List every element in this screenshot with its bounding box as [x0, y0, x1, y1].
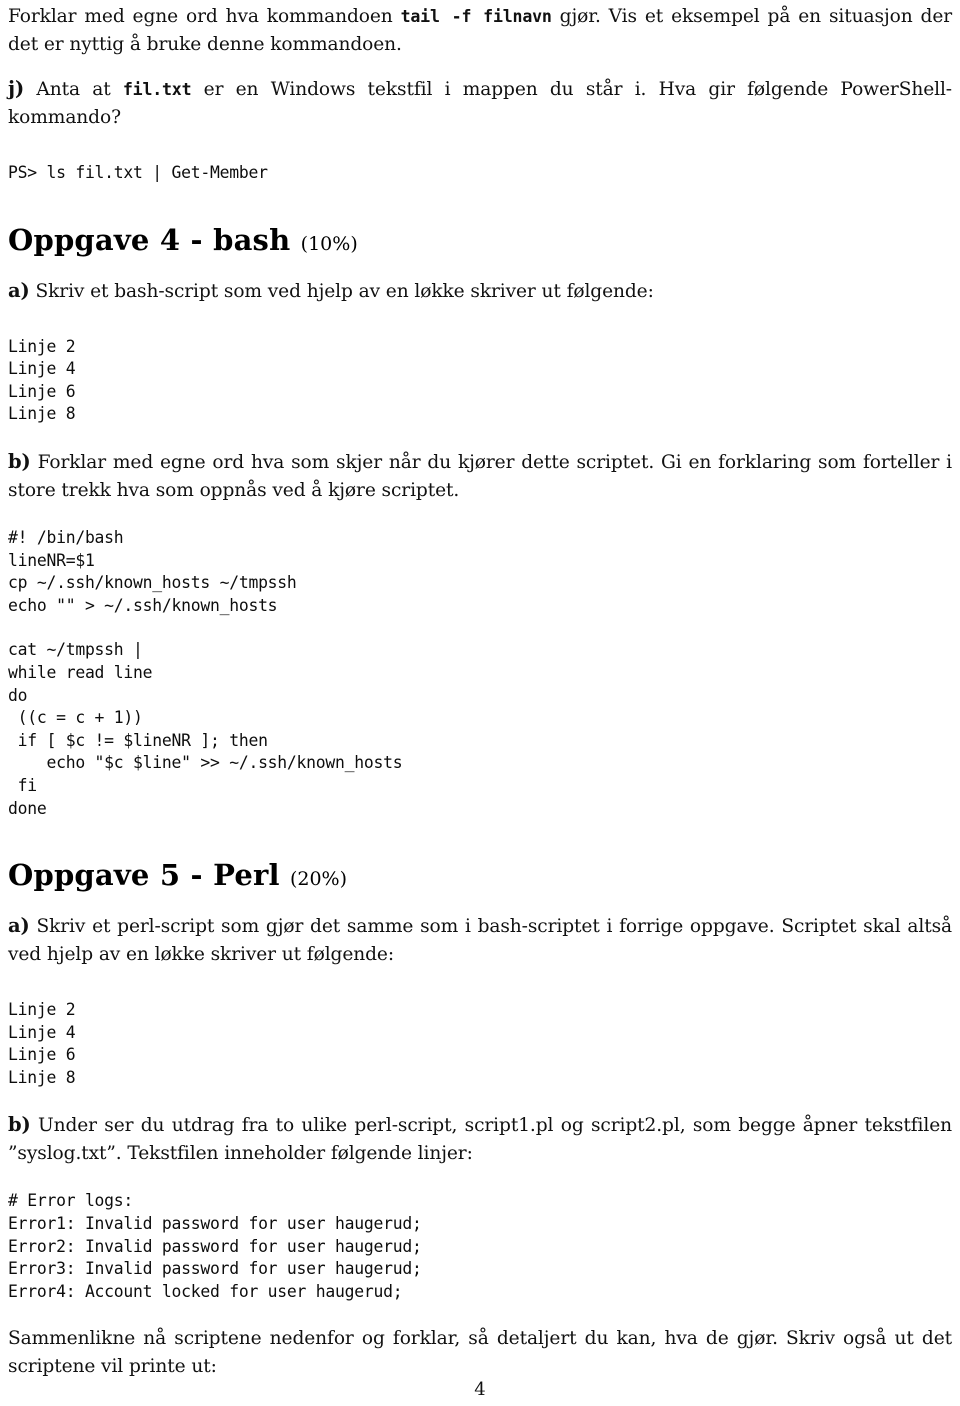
paragraph-item-j: j) Anta at fil.txt er en Windows tekstfi…	[8, 75, 952, 132]
heading-oppgave-4-title: Oppgave 4 - bash	[8, 222, 291, 257]
heading-oppgave-5-title: Oppgave 5 - Perl	[8, 858, 280, 893]
paragraph-oppgave4-item-b: b) Forklar med egne ord hva som skjer nå…	[8, 448, 952, 505]
oppgave4-item-a-text: Skriv et bash-script som ved hjelp av en…	[35, 280, 654, 302]
oppgave5-item-a-label: a)	[8, 914, 30, 938]
heading-oppgave-5-percent: (20%)	[289, 868, 348, 891]
code-block-syslog-contents: # Error logs: Error1: Invalid password f…	[8, 1191, 422, 1301]
code-block-bash-script-loop: cat ~/tmpssh | while read line do ((c = …	[8, 640, 403, 818]
paragraph-item-i: Forklar med egne ord hva kommandoen tail…	[8, 3, 952, 59]
heading-oppgave-5: Oppgave 5 - Perl (20%)	[8, 858, 952, 896]
code-block-powershell: PS> ls fil.txt | Get-Member	[8, 163, 268, 182]
paragraph-oppgave5-item-b: b) Under ser du utdrag fra to ulike perl…	[8, 1111, 952, 1168]
item-j-label: j)	[8, 77, 25, 100]
paragraph-oppgave4-item-a: a) Skriv et bash-script som ved hjelp av…	[8, 277, 952, 306]
code-block-oppgave5-output: Linje 2 Linje 4 Linje 6 Linje 8	[8, 1000, 76, 1087]
paragraph-oppgave5-item-a: a) Skriv et perl-script som gjør det sam…	[8, 912, 952, 969]
oppgave4-item-a-label: a)	[8, 278, 30, 302]
oppgave5-item-b-text: Under ser du utdrag fra to ulike perl-sc…	[8, 1115, 953, 1165]
heading-oppgave-4: Oppgave 4 - bash (10%)	[8, 223, 952, 261]
oppgave5-item-a-text: Skriv et perl-script som gjør det samme …	[8, 916, 952, 966]
item-j-text-before: Anta at	[36, 79, 123, 100]
paragraph-oppgave5-closing: Sammenlikne nå scriptene nedenfor og for…	[8, 1328, 952, 1378]
heading-oppgave-4-percent: (10%)	[300, 232, 358, 255]
item-i-text-before: Forklar med egne ord hva kommandoen	[8, 6, 401, 27]
code-block-bash-script-header: #! /bin/bash lineNR=$1 cp ~/.ssh/known_h…	[8, 527, 297, 615]
page-number: 4	[474, 1379, 486, 1400]
oppgave4-item-b-label: b)	[8, 449, 31, 473]
oppgave5-item-b-label: b)	[8, 1113, 31, 1137]
code-block-oppgave4-output: Linje 2 Linje 4 Linje 6 Linje 8	[8, 336, 76, 424]
oppgave4-item-b-text: Forklar med egne ord hva som skjer når d…	[8, 451, 953, 501]
inline-code-filtxt: fil.txt	[122, 80, 192, 99]
inline-code-tail: tail -f filnavn	[400, 7, 552, 26]
exam-page: Forklar med egne ord hva kommandoen tail…	[0, 3, 960, 1406]
